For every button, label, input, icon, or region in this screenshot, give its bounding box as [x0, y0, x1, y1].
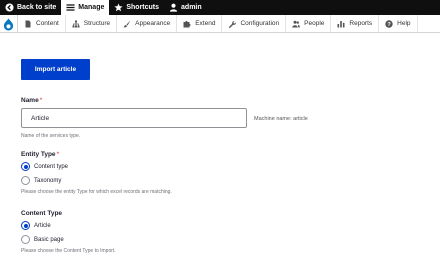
tray-item-label: Help: [397, 20, 411, 27]
name-input[interactable]: Article: [21, 108, 247, 128]
brush-icon: [123, 20, 131, 28]
back-to-site-label: Back to site: [17, 4, 57, 11]
tray-item-label: Content: [36, 20, 59, 27]
tray-item-label: Extend: [195, 20, 216, 27]
drupal-logo-icon[interactable]: [0, 15, 18, 33]
radio-label: Content type: [34, 163, 69, 170]
admin-toolbar: Back to site Manage Shortcuts admin: [0, 0, 440, 15]
radio-button[interactable]: [21, 162, 30, 171]
tray-item-reports[interactable]: Reports: [331, 15, 380, 32]
radio-taxonomy[interactable]: Taxonomy: [21, 176, 61, 185]
tray-item-content[interactable]: Content: [18, 15, 66, 32]
user-tab[interactable]: admin: [164, 0, 207, 15]
tray-item-label: Configuration: [240, 20, 280, 27]
entity-type-label: Entity Type*: [21, 151, 59, 158]
machine-name: Machine name: article: [254, 116, 308, 122]
radio-content-type[interactable]: Content type: [21, 162, 68, 171]
radio-button[interactable]: [21, 235, 30, 244]
tray-item-help[interactable]: ? Help: [379, 15, 418, 32]
hamburger-icon: [66, 3, 75, 12]
radio-label: Article: [34, 222, 51, 229]
puzzle-icon: [183, 20, 191, 28]
tray-item-extend[interactable]: Extend: [177, 15, 223, 32]
required-marker: *: [56, 151, 60, 158]
radio-button[interactable]: [21, 221, 30, 230]
entity-type-description: Please choose the entity Type for which …: [21, 189, 172, 195]
back-to-site-link[interactable]: Back to site: [0, 0, 61, 15]
people-icon: [292, 20, 300, 28]
import-article-button[interactable]: Import article: [21, 59, 90, 80]
tray-item-label: People: [304, 20, 325, 27]
help-icon: ?: [385, 19, 393, 28]
radio-article[interactable]: Article: [21, 221, 51, 230]
document-icon: [24, 20, 32, 28]
admin-tray: Content Structure Appearance Extend Conf…: [0, 15, 440, 33]
tray-item-configuration[interactable]: Configuration: [222, 15, 287, 32]
name-input-value: Article: [31, 114, 50, 122]
shortcuts-tab[interactable]: Shortcuts: [109, 0, 164, 15]
user-icon: [169, 3, 178, 12]
wrench-icon: [228, 20, 237, 28]
user-label: admin: [181, 4, 202, 11]
tray-item-people[interactable]: People: [286, 15, 332, 32]
name-label-text: Name: [21, 97, 39, 104]
back-arrow-icon: [5, 3, 14, 12]
chart-icon: [337, 20, 345, 28]
tray-item-appearance[interactable]: Appearance: [117, 15, 178, 32]
radio-label: Taxonomy: [34, 177, 62, 184]
tray-item-label: Structure: [83, 20, 111, 27]
manage-label: Manage: [78, 4, 105, 11]
content-type-label: Content Type: [21, 210, 63, 217]
shortcuts-label: Shortcuts: [126, 4, 160, 11]
radio-basic-page[interactable]: Basic page: [21, 235, 64, 244]
radio-label: Basic page: [34, 236, 64, 243]
sitemap-icon: [72, 20, 80, 28]
name-description: Name of the services type.: [21, 133, 81, 139]
star-icon: [114, 3, 123, 12]
required-marker: *: [39, 97, 43, 104]
content-type-description: Please choose the Content Type to Import…: [21, 248, 116, 254]
radio-button[interactable]: [21, 176, 30, 185]
name-label: Name*: [21, 97, 42, 104]
tray-item-structure[interactable]: Structure: [66, 15, 118, 32]
entity-type-label-text: Entity Type: [21, 151, 56, 158]
manage-tab[interactable]: Manage: [61, 0, 110, 15]
tray-item-label: Appearance: [135, 20, 171, 27]
tray-item-label: Reports: [349, 20, 373, 27]
